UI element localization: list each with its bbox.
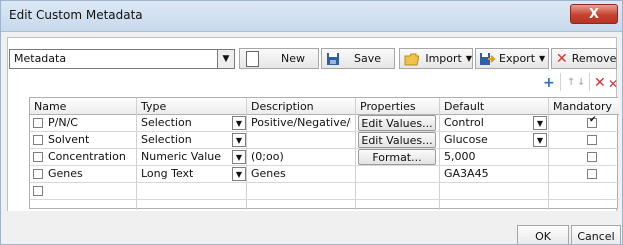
- metadata-select-value: Metadata: [14, 52, 67, 65]
- description-cell[interactable]: (0;oo): [251, 150, 284, 164]
- mandatory-checkbox[interactable]: [587, 152, 597, 162]
- default-cell[interactable]: Glucose: [444, 133, 488, 147]
- remove-label: Remove: [571, 52, 617, 65]
- new-label: New: [281, 52, 305, 65]
- edit-values-button[interactable]: Edit Values...: [358, 132, 436, 148]
- name-cell[interactable]: Genes: [48, 167, 83, 181]
- metadata-table: Name Type Description Properties Default…: [29, 97, 619, 210]
- edit-values-button[interactable]: Edit Values...: [358, 115, 436, 131]
- close-button[interactable]: X: [570, 4, 618, 24]
- chevron-down-icon[interactable]: ▼: [232, 116, 246, 130]
- edit-values-label: Edit Values...: [361, 116, 433, 130]
- row-select-checkbox[interactable]: [33, 118, 43, 128]
- format-label: Format...: [372, 150, 422, 164]
- type-cell[interactable]: Long Text: [141, 167, 193, 181]
- toolbar-separator: [589, 73, 590, 91]
- save-icon: [327, 52, 339, 65]
- toolbar-separator: [560, 73, 561, 91]
- cancel-button[interactable]: Cancel: [571, 225, 621, 244]
- move-down-icon[interactable]: ↓: [577, 77, 585, 88]
- window-title: Edit Custom Metadata: [9, 8, 143, 22]
- mandatory-checkbox[interactable]: [587, 115, 597, 128]
- default-cell[interactable]: GA3A45: [444, 167, 489, 181]
- chevron-down-icon[interactable]: ▼: [533, 116, 547, 130]
- mandatory-checkbox[interactable]: [587, 135, 597, 145]
- chevron-down-icon[interactable]: ▼: [232, 133, 246, 147]
- name-cell[interactable]: Concentration: [48, 150, 126, 164]
- new-button[interactable]: New: [239, 48, 319, 69]
- type-cell[interactable]: Numeric Value: [141, 150, 221, 164]
- chevron-down-icon: ▼: [539, 54, 546, 63]
- table-row-empty[interactable]: [30, 183, 619, 200]
- name-cell[interactable]: Solvent: [48, 133, 89, 147]
- delete-row-icon[interactable]: ✕: [594, 75, 606, 91]
- export-button[interactable]: Export ▼: [475, 48, 549, 69]
- metadata-select[interactable]: Metadata ▼: [9, 49, 235, 69]
- column-header-mandatory[interactable]: Mandatory: [553, 100, 612, 114]
- chevron-down-icon[interactable]: ▼: [232, 167, 246, 181]
- table-header: Name Type Description Properties Default…: [30, 98, 619, 115]
- move-up-icon[interactable]: ↑: [567, 77, 575, 88]
- chevron-down-icon: ▼: [465, 54, 472, 63]
- table-row[interactable]: Concentration Numeric Value ▼ (0;oo) For…: [30, 149, 619, 166]
- title-bar: Edit Custom Metadata X: [1, 1, 622, 32]
- edit-values-label: Edit Values...: [361, 133, 433, 147]
- column-header-description[interactable]: Description: [251, 100, 314, 114]
- remove-x-icon: ✕: [556, 50, 568, 67]
- chevron-down-icon[interactable]: ▼: [232, 150, 246, 164]
- name-cell[interactable]: P/N/C: [48, 116, 78, 130]
- table-row[interactable]: Genes Long Text ▼ Genes GA3A45: [30, 166, 619, 183]
- ok-label: OK: [535, 229, 551, 243]
- column-header-name[interactable]: Name: [34, 100, 66, 114]
- row-select-checkbox[interactable]: [33, 186, 43, 196]
- default-cell[interactable]: 5,000: [444, 150, 476, 164]
- format-button[interactable]: Format...: [358, 149, 436, 165]
- description-cell[interactable]: Positive/Negative/C...: [251, 116, 351, 130]
- mandatory-checkbox[interactable]: [587, 169, 597, 179]
- save-button[interactable]: Save: [321, 48, 395, 69]
- export-icon: [480, 52, 495, 65]
- description-cell[interactable]: Genes: [251, 167, 286, 181]
- row-select-checkbox[interactable]: [33, 169, 43, 179]
- type-cell[interactable]: Selection: [141, 116, 192, 130]
- delete-all-icon[interactable]: ✕: [608, 77, 618, 91]
- table-row[interactable]: P/N/C Selection ▼ Positive/Negative/C...…: [30, 115, 619, 132]
- default-cell[interactable]: Control: [444, 116, 484, 130]
- save-label: Save: [354, 52, 382, 65]
- import-button[interactable]: Import ▼: [399, 48, 473, 69]
- table-row[interactable]: Solvent Selection ▼ Edit Values... Gluco…: [30, 132, 619, 149]
- row-select-checkbox[interactable]: [33, 135, 43, 145]
- close-icon: X: [588, 6, 600, 22]
- edit-custom-metadata-window: Edit Custom Metadata X Metadata ▼ New Sa…: [0, 0, 623, 245]
- column-header-type[interactable]: Type: [141, 100, 166, 114]
- add-row-icon[interactable]: +: [543, 75, 555, 91]
- chevron-down-icon[interactable]: ▼: [533, 133, 547, 147]
- export-label: Export: [499, 52, 536, 65]
- ok-button[interactable]: OK: [517, 225, 569, 244]
- column-header-default[interactable]: Default: [444, 100, 484, 114]
- column-header-properties[interactable]: Properties: [360, 100, 416, 114]
- chevron-down-icon[interactable]: ▼: [217, 50, 234, 68]
- new-document-icon: [246, 50, 259, 67]
- row-select-checkbox[interactable]: [33, 152, 43, 162]
- cancel-label: Cancel: [577, 229, 615, 243]
- folder-open-icon: [404, 53, 420, 65]
- import-label: Import: [425, 52, 462, 65]
- remove-button[interactable]: ✕ Remove: [551, 48, 617, 69]
- type-cell[interactable]: Selection: [141, 133, 192, 147]
